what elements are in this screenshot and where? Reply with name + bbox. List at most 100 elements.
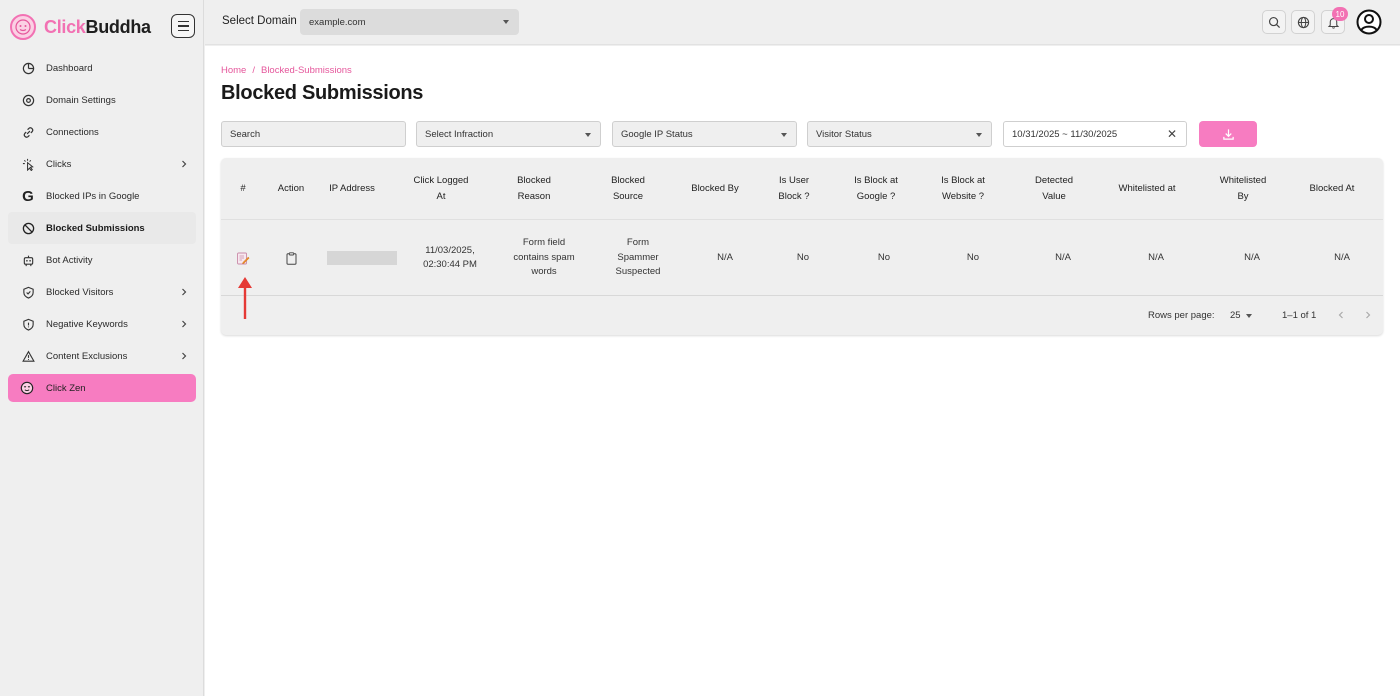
user-avatar-button[interactable] [1356,9,1382,35]
visitor-status-value: Visitor Status [816,129,872,140]
sidebar-item-label: Blocked Visitors [46,286,114,298]
column-header-is-block-google: Is Block at Google ? [854,175,898,202]
search-placeholder: Search [230,129,261,140]
sidebar-item-content-exclusions[interactable]: Content Exclusions [0,340,204,372]
blocked-reason-cell: Form field contains spam words [513,237,575,278]
breadcrumb: Home / Blocked-Submissions [221,65,352,76]
domain-select[interactable]: example.com [300,9,519,35]
sidebar-item-domain-settings[interactable]: Domain Settings [0,84,204,116]
shield-icon [21,285,35,299]
next-page-button[interactable] [1360,307,1376,323]
column-header-ip-address: IP Address [329,183,375,194]
page-title: Blocked Submissions [221,82,424,104]
column-header-is-block-website: Is Block at Website ? [941,175,985,202]
brand-logo[interactable]: ClickBuddha [10,12,151,42]
sidebar-item-clicks[interactable]: Clicks [0,148,204,180]
select-domain-label: Select Domain [222,15,297,27]
column-header-action: Action [277,183,305,194]
column-header-whitelisted-at: Whitelisted at [1118,183,1176,194]
whitelisted-at-cell: N/A [1148,251,1164,263]
google-icon: G [22,187,34,205]
download-button[interactable] [1199,121,1257,147]
globe-icon [1297,16,1309,28]
is-block-google-cell: No [877,251,891,263]
sidebar-item-blocked-ips-google[interactable]: G Blocked IPs in Google [0,180,204,212]
column-header-blocked-reason: Blocked Reason [517,175,551,202]
column-header-whitelisted-by: Whitelisted By [1219,175,1267,202]
table-pagination: Rows per page: 25 1–1 of 1 [221,298,1383,334]
column-header-click-logged-at: Click Logged At [413,175,469,202]
pagination-range: 1–1 of 1 [1282,310,1317,321]
chevron-right-icon [1366,311,1371,319]
sidebar-item-click-zen[interactable]: Click Zen [8,374,196,402]
detected-value-cell: N/A [1055,251,1071,263]
sidebar-item-negative-keywords[interactable]: Negative Keywords [0,308,204,340]
dropdown-caret-icon [1246,314,1252,318]
sidebar-item-label: Bot Activity [46,254,93,266]
rows-per-page-select[interactable]: 25 [1230,310,1252,321]
main-content: Home / Blocked-Submissions Blocked Submiss… [205,46,1400,696]
visitor-status-select[interactable]: Visitor Status [807,121,992,147]
infraction-select[interactable]: Select Infraction [416,121,601,147]
sidebar-item-bot-activity[interactable]: Bot Activity [0,244,204,276]
google-ip-status-value: Google IP Status [621,129,693,140]
is-block-website-cell: No [966,251,980,263]
rows-per-page-value: 25 [1230,310,1241,321]
copy-row-button[interactable] [283,220,299,296]
download-icon [1222,128,1234,140]
chevron-right-icon [182,160,187,168]
column-header-is-user-block: Is User Block ? [778,175,810,202]
search-button[interactable] [1262,10,1286,34]
notification-badge: 10 [1332,7,1348,21]
sidebar-item-blocked-submissions[interactable]: Blocked Submissions [8,212,196,244]
brand-name: ClickBuddha [44,16,151,37]
clear-date-icon[interactable]: ✕ [1167,128,1177,140]
previous-page-button[interactable] [1333,307,1349,323]
breadcrumb-current[interactable]: Blocked-Submissions [261,65,352,76]
date-range-picker[interactable]: 10/31/2025 ~ 11/30/2025 ✕ [1003,121,1187,147]
blocked-source-cell: Form Spammer Suspected [615,237,661,278]
clipboard-icon [286,251,296,265]
sidebar-item-label: Blocked Submissions [46,222,145,234]
menu-toggle-button[interactable] [171,14,195,38]
language-button[interactable] [1291,10,1315,34]
breadcrumb-home-link[interactable]: Home [221,65,246,76]
google-ip-status-select[interactable]: Google IP Status [612,121,797,147]
column-header-index: # [240,183,246,194]
user-avatar-icon [1356,9,1382,35]
sidebar-item-label: Negative Keywords [46,318,128,330]
chevron-right-icon [182,288,187,296]
table-row: 11/03/2025, 02:30:44 PM Form field conta… [221,220,1383,296]
zen-icon [20,381,34,395]
click-icon [21,157,35,171]
sidebar-item-connections[interactable]: Connections [0,116,204,148]
buddha-logo-icon [10,14,36,40]
breadcrumb-separator: / [252,65,255,76]
block-icon [21,221,35,235]
domain-select-value: example.com [309,17,366,28]
sidebar-item-label: Clicks [46,158,72,170]
chevron-right-icon [182,352,187,360]
sidebar-item-label: Domain Settings [46,94,116,106]
blocked-by-cell: N/A [717,251,733,263]
dropdown-caret-icon [585,133,591,137]
sidebar-item-dashboard[interactable]: Dashboard [0,52,204,84]
sidebar-item-label: Blocked IPs in Google [46,190,140,202]
column-header-detected-value: Detected Value [1034,175,1074,202]
is-user-block-cell: No [796,251,810,263]
sidebar-item-label: Click Zen [46,382,86,394]
infraction-select-value: Select Infraction [425,129,494,140]
search-input[interactable]: Search [221,121,406,147]
table-header: # Action IP Address Click Logged At Bloc… [221,158,1383,220]
blocked-submissions-table: # Action IP Address Click Logged At Bloc… [221,158,1383,335]
sidebar-item-label: Content Exclusions [46,350,128,362]
shield-minus-icon [21,317,35,331]
rows-per-page-label: Rows per page: [1148,310,1215,321]
search-icon [1268,16,1280,28]
click-logged-at-cell: 11/03/2025, 02:30:44 PM [423,244,477,271]
chevron-right-icon [182,320,187,328]
sidebar-item-blocked-visitors[interactable]: Blocked Visitors [0,276,204,308]
sidebar-nav: Dashboard Domain Settings Connections Cl… [0,52,204,402]
column-header-blocked-at: Blocked At [1309,183,1355,194]
edit-note-icon [237,252,250,265]
